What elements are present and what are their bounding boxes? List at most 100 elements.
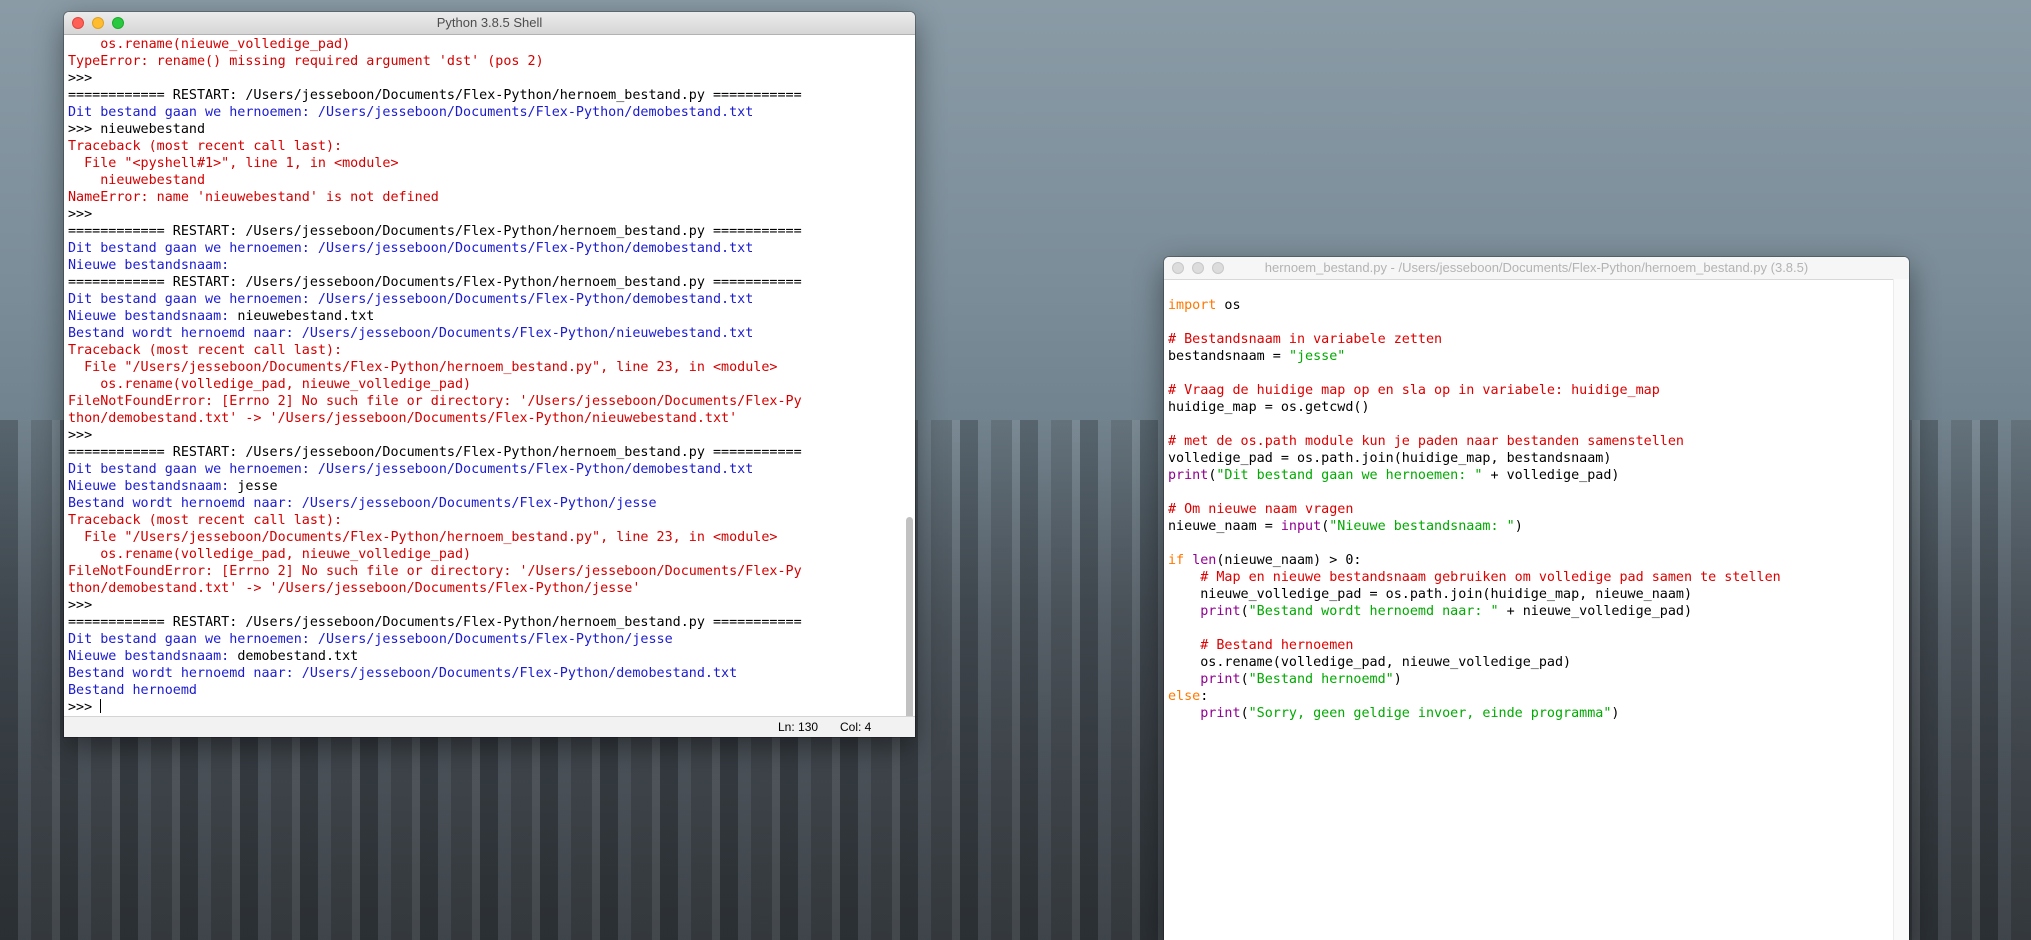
line-text: TypeError: rename() missing required arg… [68, 54, 544, 69]
shell-line: Nieuwe bestandsnaam: [68, 257, 915, 274]
code-line: ​ [1168, 416, 1909, 433]
close-button[interactable] [1172, 262, 1184, 274]
editor-scrollbar[interactable] [1893, 279, 1909, 940]
shell-line: Dit bestand gaan we hernoemen: /Users/je… [68, 291, 915, 308]
code-token: if [1168, 553, 1185, 568]
shell-line: Dit bestand gaan we hernoemen: /Users/je… [68, 104, 915, 121]
python-shell-window[interactable]: Python 3.8.5 Shell os.rename(nieuwe_voll… [64, 12, 915, 737]
code-token: os [1216, 298, 1241, 313]
line-text: Bestand wordt hernoemd naar: /Users/jess… [68, 496, 657, 511]
editor-window[interactable]: hernoem_bestand.py - /Users/jesseboon/Do… [1164, 257, 1909, 940]
code-editor[interactable]: import os​# Bestandsnaam in variabele ze… [1164, 279, 1909, 940]
line-text: FileNotFoundError: [Errno 2] No such fil… [68, 564, 802, 579]
code-line: huidige_map = os.getcwd() [1168, 399, 1909, 416]
line-text: Dit bestand gaan we hernoemen: /Users/je… [68, 105, 754, 120]
code-token: "Bestand hernoemd" [1248, 672, 1394, 687]
code-line: print("Dit bestand gaan we hernoemen: " … [1168, 467, 1909, 484]
code-line: print("Sorry, geen geldige invoer, einde… [1168, 705, 1909, 722]
code-line: ​ [1168, 620, 1909, 637]
line-text: nieuwebestand [68, 173, 206, 188]
zoom-button[interactable] [112, 17, 124, 29]
shell-window-title: Python 3.8.5 Shell [436, 15, 543, 30]
code-line: # Map en nieuwe bestandsnaam gebruiken o… [1168, 569, 1909, 586]
line-indicator: Ln: 130 [778, 720, 819, 734]
line-text: Traceback (most recent call last): [68, 343, 343, 358]
code-line: ​ [1168, 484, 1909, 501]
shell-output-area[interactable]: os.rename(nieuwe_volledige_pad) TypeError… [64, 35, 915, 717]
shell-line: nieuwebestand [68, 172, 915, 189]
shell-line: ============ RESTART: /Users/jesseboon/D… [68, 223, 915, 240]
code-line: nieuwe_naam = input("Nieuwe bestandsnaam… [1168, 518, 1909, 535]
shell-line: File "<pyshell#1>", line 1, in <module> [68, 155, 915, 172]
close-button[interactable] [72, 17, 84, 29]
shell-line: FileNotFoundError: [Errno 2] No such fil… [68, 393, 915, 410]
shell-line: thon/demobestand.txt' -> '/Users/jessebo… [68, 580, 915, 597]
shell-line: ============ RESTART: /Users/jesseboon/D… [68, 274, 915, 291]
code-line: os.rename(volledige_pad, nieuwe_volledig… [1168, 654, 1909, 671]
code-token: demobestand.txt [237, 649, 359, 664]
code-token: Nieuwe bestandsnaam: [68, 479, 238, 494]
shell-titlebar[interactable]: Python 3.8.5 Shell [64, 12, 915, 35]
line-text: Bestand wordt hernoemd naar: /Users/jess… [68, 326, 754, 341]
shell-line: >>> [68, 699, 915, 716]
editor-titlebar[interactable]: hernoem_bestand.py - /Users/jesseboon/Do… [1164, 257, 1909, 280]
shell-line: Dit bestand gaan we hernoemen: /Users/je… [68, 631, 915, 648]
zoom-button[interactable] [1212, 262, 1224, 274]
code-line: # Bestandsnaam in variabele zetten [1168, 331, 1909, 348]
line-text: File "/Users/jesseboon/Documents/Flex-Py… [68, 360, 778, 375]
code-token: : [1200, 689, 1209, 704]
code-token: os.rename(volledige_pad, nieuwe_volledig… [1168, 655, 1572, 670]
code-token: jesse [237, 479, 278, 494]
line-text: Traceback (most recent call last): [68, 139, 343, 154]
shell-line: File "/Users/jesseboon/Documents/Flex-Py… [68, 359, 915, 376]
shell-line: ============ RESTART: /Users/jesseboon/D… [68, 87, 915, 104]
minimize-button[interactable] [1192, 262, 1204, 274]
shell-text[interactable]: os.rename(nieuwe_volledige_pad) TypeError… [64, 35, 915, 716]
code-line: ​ [1168, 535, 1909, 552]
line-text: >>> [68, 428, 101, 443]
shell-line: ============ RESTART: /Users/jesseboon/D… [68, 614, 915, 631]
line-text: os.rename(volledige_pad, nieuwe_volledig… [68, 547, 472, 562]
line-text: thon/demobestand.txt' -> '/Users/jessebo… [68, 581, 641, 596]
code-token: huidige_map = os.getcwd() [1168, 400, 1370, 415]
code-line: else: [1168, 688, 1909, 705]
code-token: # met de os.path module kun je paden naa… [1168, 434, 1684, 449]
code-token: "Sorry, geen geldige invoer, einde progr… [1248, 706, 1612, 721]
code-token: print [1200, 706, 1241, 721]
code-token: bestandsnaam = [1168, 349, 1289, 364]
code-token: "Nieuwe bestandsnaam: " [1329, 519, 1515, 534]
code-line: ​ [1168, 365, 1909, 382]
line-text: os.rename(nieuwe_volledige_pad) [68, 37, 351, 52]
code-token: ( [1240, 706, 1249, 721]
shell-scroll-thumb[interactable] [906, 517, 913, 727]
line-text: ============ RESTART: /Users/jesseboon/D… [68, 224, 802, 239]
shell-line: Bestand wordt hernoemd naar: /Users/jess… [68, 325, 915, 342]
code-token: Nieuwe bestandsnaam: [68, 649, 238, 664]
line-text: >>> nieuwebestand [68, 122, 206, 137]
code-token: # Bestandsnaam in variabele zetten [1168, 332, 1443, 347]
code-line: # Om nieuwe naam vragen [1168, 501, 1909, 518]
line-text: >>> [68, 207, 101, 222]
code-token: Nieuwe bestandsnaam: [68, 309, 238, 324]
shell-line: ============ RESTART: /Users/jesseboon/D… [68, 444, 915, 461]
shell-line: thon/demobestand.txt' -> '/Users/jessebo… [68, 410, 915, 427]
code-token: # Om nieuwe naam vragen [1168, 502, 1354, 517]
line-text: ============ RESTART: /Users/jesseboon/D… [68, 88, 802, 103]
code-token: ) [1611, 706, 1620, 721]
shell-line: Nieuwe bestandsnaam: demobestand.txt [68, 648, 915, 665]
minimize-button[interactable] [92, 17, 104, 29]
shell-scrollbar[interactable] [904, 42, 913, 727]
shell-line: Nieuwe bestandsnaam: nieuwebestand.txt [68, 308, 915, 325]
line-text: thon/demobestand.txt' -> '/Users/jessebo… [68, 411, 738, 426]
line-text: Bestand hernoemd [68, 683, 197, 698]
shell-line: os.rename(volledige_pad, nieuwe_volledig… [68, 376, 915, 393]
editor-text[interactable]: import os​# Bestandsnaam in variabele ze… [1164, 279, 1909, 722]
shell-line: >>> [68, 206, 915, 223]
shell-line: Bestand wordt hernoemd naar: /Users/jess… [68, 665, 915, 682]
code-line: # Bestand hernoemen [1168, 637, 1909, 654]
line-text: >>> [68, 71, 101, 86]
shell-line: Dit bestand gaan we hernoemen: /Users/je… [68, 240, 915, 257]
code-token: (nieuwe_naam) > 0: [1216, 553, 1362, 568]
code-token: print [1200, 604, 1241, 619]
shell-statusbar: Ln: 130 Col: 4 [64, 716, 915, 737]
